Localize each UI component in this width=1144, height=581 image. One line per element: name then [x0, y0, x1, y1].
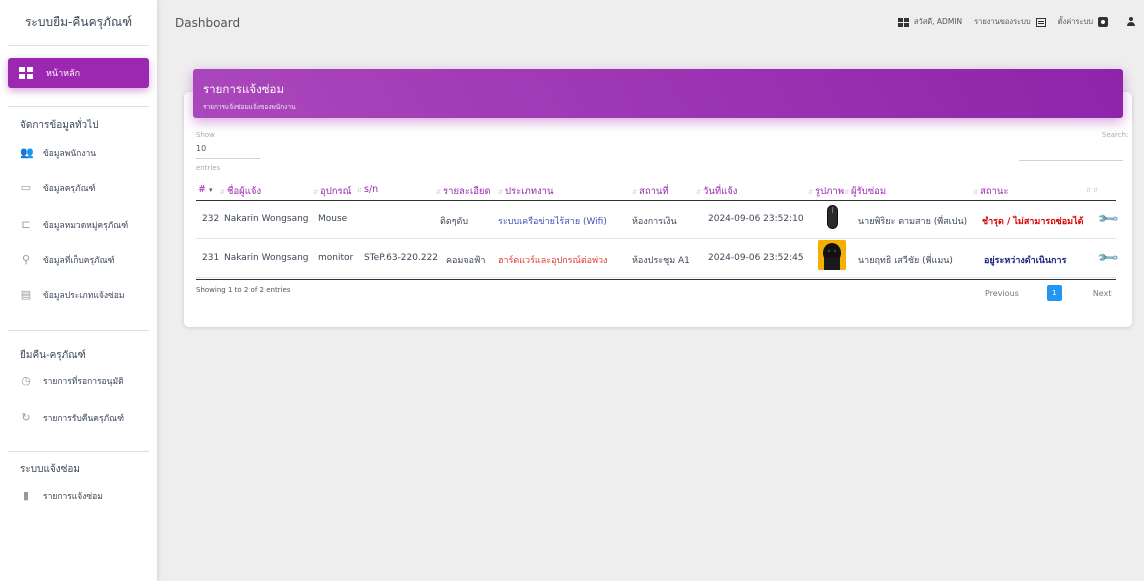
cell-status: ชำรุด / ไม่สามารถซ่อมได้ — [982, 217, 1084, 227]
cell-type: ฮาร์ดแวร์และอุปกรณ์ต่อพ่วง — [498, 256, 608, 266]
section-title-general: จัดการข้อมูลทั่วไป — [20, 120, 99, 131]
sidebar-item-label: รายการรับคืนครุภัณฑ์ — [43, 414, 125, 424]
table-row: 232 Nakarin Wongsang Mouse ติดๆดับ ระบบเ… — [196, 201, 1121, 239]
greeting-label: สวัสดี, ADMIN — [913, 17, 963, 26]
divider — [8, 451, 149, 452]
col-actions[interactable]: ⇵ ⇵ — [1086, 184, 1100, 195]
dashboard-icon — [897, 17, 909, 27]
col-type[interactable]: ⇵ ประเภทงาน — [498, 184, 554, 199]
section-title-repair: ระบบแจ้งซ่อม — [20, 464, 81, 475]
table-bottom-rule — [196, 279, 1116, 280]
sidebar-item-repair-list[interactable]: ▮ รายการแจ้งซ่อม — [20, 489, 103, 503]
top-right-menu: สวัสดี, ADMIN รายงานของระบบ ตั้งค่าระบบ — [897, 16, 1136, 28]
col-status[interactable]: ⇵ สถานะ — [973, 184, 1009, 199]
col-device[interactable]: ⇵ อุปกรณ์ — [313, 184, 351, 199]
sidebar-item-label: รายการที่รอการอนุมัติ — [43, 377, 124, 387]
page-title: Dashboard — [175, 16, 241, 30]
sidebar-item-categories[interactable]: ⊏ ข้อมูลหมวดหมู่ครุภัณฑ์ — [20, 218, 128, 232]
cell-date: 2024-09-06 23:52:10 — [708, 214, 804, 224]
sidebar-item-employees[interactable]: 👥 ข้อมูลพนักงาน — [20, 146, 96, 160]
sidebar-item-label: ข้อมูลพนักงาน — [43, 149, 97, 159]
report-label: รายงานของระบบ — [974, 17, 1031, 26]
col-assignee[interactable]: ⇵ ผู้รับซ่อม — [844, 184, 886, 199]
settings-label: ตั้งค่าระบบ — [1057, 17, 1093, 26]
person-photo[interactable] — [818, 240, 846, 270]
cell-device: Mouse — [318, 214, 348, 224]
cell-place: ห้องการเงิน — [632, 217, 677, 227]
report-icon — [1035, 17, 1046, 27]
sidebar-item-label: หน้าหลัก — [46, 69, 81, 79]
sidebar-item-label: ข้อมูลหมวดหมู่ครุภัณฑ์ — [43, 221, 129, 231]
settings-menu[interactable]: ตั้งค่าระบบ — [1058, 16, 1108, 28]
report-menu[interactable]: รายงานของระบบ — [974, 16, 1046, 28]
cell-date: 2024-09-06 23:52:45 — [708, 253, 804, 263]
refresh-icon: ↻ — [21, 411, 31, 424]
col-detail[interactable]: ⇵ รายละเอียด — [436, 184, 491, 199]
location-icon: ⚲ — [21, 253, 31, 266]
page-1-button[interactable]: 1 — [1046, 285, 1062, 301]
previous-button[interactable]: Previous — [985, 289, 1019, 298]
settings-icon — [1098, 17, 1108, 27]
col-date[interactable]: ⇵ วันที่แจ้ง — [696, 184, 737, 199]
table-info: Showing 1 to 2 of 2 entries — [196, 286, 291, 294]
sidebar-item-home[interactable]: หน้าหลัก — [8, 58, 149, 88]
search-input[interactable] — [1019, 149, 1123, 161]
cell-device: monitor — [318, 253, 354, 263]
mouse-image[interactable] — [827, 205, 838, 229]
cell-detail: คอมจอฟ้า — [446, 256, 486, 266]
cell-detail: ติดๆดับ — [440, 217, 469, 227]
greeting-menu[interactable]: สวัสดี, ADMIN — [897, 16, 963, 28]
divider — [8, 106, 149, 107]
cell-reporter: Nakarin Wongsang — [224, 214, 309, 224]
card-header: รายการแจ้งซ่อม รายการแจ้งซ่อมแจ้งของพนัก… — [193, 69, 1123, 118]
table-row: 231 Nakarin Wongsang monitor STeP.63-220… — [196, 240, 1121, 278]
show-label: Show — [196, 131, 215, 139]
sidebar-item-label: ข้อมูลครุภัณฑ์ — [43, 184, 96, 194]
sidebar: ระบบยืม-คืนครุภัณฑ์ หน้าหลัก จัดการข้อมู… — [0, 0, 157, 581]
clipboard-icon: ▤ — [20, 288, 32, 301]
document-icon: ▮ — [22, 489, 30, 502]
next-button[interactable]: Next — [1093, 289, 1112, 298]
section-title-borrow: ยืมคืน-ครุภัณฑ์ — [20, 350, 86, 361]
sidebar-item-repair-types[interactable]: ▤ ข้อมูลประเภทแจ้งซ่อม — [20, 288, 125, 302]
top-navbar: Dashboard สวัสดี, ADMIN รายงานของระบบ ตั… — [157, 0, 1144, 46]
card-subtitle: รายการแจ้งซ่อมแจ้งของพนักงาน — [203, 103, 296, 111]
sidebar-item-returns[interactable]: ↻ รายการรับคืนครุภัณฑ์ — [20, 411, 124, 425]
sidebar-item-label: ข้อมูลประเภทแจ้งซ่อม — [43, 291, 125, 301]
cell-reporter: Nakarin Wongsang — [224, 253, 309, 263]
profile-button[interactable] — [1126, 17, 1136, 27]
monitor-icon: ▭ — [20, 181, 32, 194]
card-title: รายการแจ้งซ่อม — [203, 82, 285, 96]
col-reporter[interactable]: ⇵ ชื่อผู้แจ้ง — [220, 184, 261, 199]
search-label: Search: — [1102, 131, 1129, 139]
dashboard-icon — [19, 67, 33, 79]
cell-assignee: นายพิริยะ ตามสาย (พี่สเปน) — [858, 217, 968, 227]
sidebar-item-pending[interactable]: ◷ รายการที่รอการอนุมัติ — [20, 374, 124, 388]
sidebar-item-label: ข้อมูลที่เก็บครุภัณฑ์ — [43, 256, 115, 266]
cell-num: 231 — [202, 253, 220, 263]
cell-num: 232 — [202, 214, 220, 224]
col-image[interactable]: ⇵ รูปภาพ — [808, 184, 844, 199]
cell-type: ระบบเครือข่ายไร้สาย (Wifi) — [498, 217, 607, 227]
person-icon — [1126, 17, 1136, 27]
cell-sn: STeP.63-220.222 — [364, 253, 439, 263]
brand-title[interactable]: ระบบยืม-คืนครุภัณฑ์ — [8, 0, 149, 46]
sidebar-item-label: รายการแจ้งซ่อม — [43, 492, 103, 502]
cell-place: ห้องประชุม A1 — [632, 256, 690, 266]
cell-assignee: นายฤทธิ เสวีชัย (พี่แมน) — [858, 256, 953, 266]
col-num[interactable]: # ▾ — [198, 184, 213, 195]
users-icon: 👥 — [20, 146, 34, 159]
pagination: Previous 1 Next — [985, 285, 1111, 301]
col-sn[interactable]: ⇵ s/n — [357, 184, 378, 195]
entries-label: entries — [196, 164, 221, 172]
table-header: # ▾ ⇵ ชื่อผู้แจ้ง ⇵ อุปกรณ์ ⇵ s/n ⇵ รายละเอี… — [196, 182, 1116, 201]
page-length-select[interactable]: 10 — [196, 144, 260, 159]
divider — [8, 330, 149, 331]
category-icon: ⊏ — [21, 218, 31, 231]
col-place[interactable]: ⇵ สถานที่ — [632, 184, 669, 199]
sidebar-item-locations[interactable]: ⚲ ข้อมูลที่เก็บครุภัณฑ์ — [20, 253, 115, 267]
clock-icon: ◷ — [21, 374, 31, 387]
cell-status: อยู่ระหว่างดำเนินการ — [984, 256, 1067, 266]
sidebar-item-equipment[interactable]: ▭ ข้อมูลครุภัณฑ์ — [20, 181, 96, 195]
